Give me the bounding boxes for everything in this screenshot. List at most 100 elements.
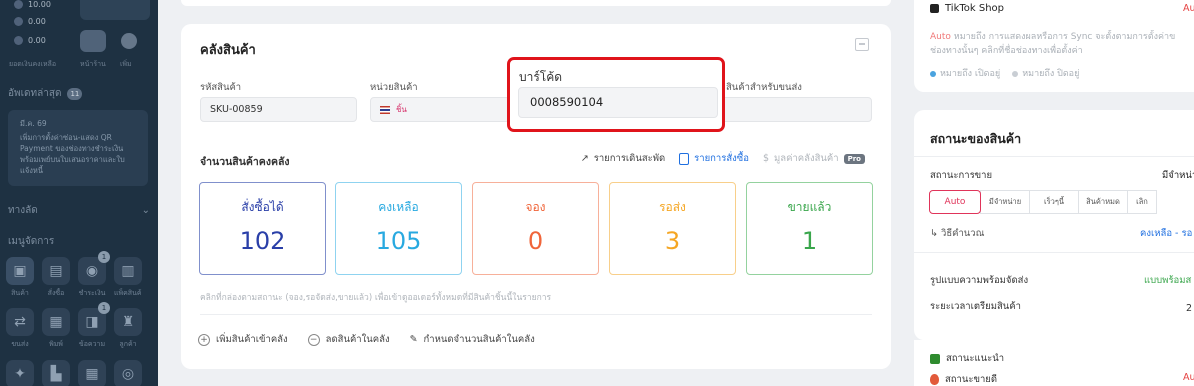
stock-value-link[interactable]: $ มูลค่าคลังสินค้า Pro — [763, 151, 865, 166]
coin-icon — [14, 36, 23, 45]
menu-label: ข้อความ — [78, 340, 106, 348]
divider — [200, 314, 872, 315]
ready-value[interactable]: แบบพร้อมส — [1144, 273, 1191, 288]
stat-sold[interactable]: ขายแล้ว 1 — [746, 182, 873, 275]
update-notice[interactable]: มี.ค. 69 เพิ่มการตั้งค่าซ่อน-แสดง QR Pay… — [8, 110, 148, 186]
product-status-card: สถานะของสินค้า สถานะการขาย มีจำหน่าย Aut… — [914, 110, 1194, 340]
product-status-title: สถานะของสินค้า — [930, 131, 1022, 146]
stat-label: สั่งซื้อได้ — [241, 200, 284, 214]
document-icon — [679, 152, 690, 165]
menu-icon[interactable]: ▙ — [42, 360, 70, 386]
menu-label: พิมพ์ — [49, 340, 63, 348]
orders-menu-icon[interactable]: ▤ — [42, 257, 70, 285]
stock-adjust-actions: + เพิ่มสินค้าเข้าคลัง − ลดสินค้าในคลัง ✎ กำ… — [198, 332, 535, 347]
shopping-bag-icon — [930, 4, 939, 13]
sidebar: 10.00 0.00 0.00 ยอดเงินคงเหลือ หน้าร้าน … — [0, 0, 158, 386]
menu-header: เมนูจัดการ — [8, 236, 55, 247]
tiktok-status[interactable]: Auto — [1183, 3, 1194, 14]
stat-label: คงเหลือ — [378, 200, 419, 214]
top-card-edge — [181, 0, 891, 6]
menu-icon[interactable]: ✦ — [6, 360, 34, 386]
ready-label: รูปแบบความพร้อมจัดส่ง — [930, 275, 1029, 286]
stat-value: 105 — [375, 227, 422, 255]
orders-link[interactable]: รายการสั่งซื้อ — [679, 151, 749, 166]
unit-label: หน่วยสินค้า — [370, 82, 418, 93]
sidebar-stat: 0.00 — [14, 36, 46, 45]
prep-time-value[interactable]: 2 — [1186, 303, 1192, 314]
chevron-down-icon: ⌄ — [141, 205, 150, 216]
stock-quantity-title: จำนวนสินค้าคงคลัง — [200, 156, 290, 168]
segment-discontinued[interactable]: เลิก — [1127, 190, 1157, 214]
stat-label: รอส่ง — [659, 200, 686, 214]
barcode-highlight: บาร์โค้ด 0008590104 — [507, 57, 725, 132]
coin-icon — [14, 0, 23, 9]
payment-count-badge: 1 — [98, 251, 110, 263]
sidebar-stat: 10.00 — [14, 0, 51, 9]
bestseller-status[interactable]: Au — [1183, 372, 1194, 383]
shipping-product-input[interactable] — [721, 97, 872, 122]
add-label: เพิ่ม — [120, 60, 132, 68]
movement-link[interactable]: ↗ รายการเดินสะพัด — [581, 151, 665, 166]
print-menu-icon[interactable]: ▦ — [42, 308, 70, 336]
shipping-product-label: สินค้าสำหรับขนส่ง — [726, 82, 802, 93]
segment-available[interactable]: มีจำหน่าย — [980, 190, 1030, 214]
unit-select[interactable]: ชิ้น — [370, 97, 510, 122]
product-flags: สถานะแนะนำ สถานะขายดี Au — [914, 340, 1194, 386]
storefront-label: หน้าร้าน — [80, 60, 106, 68]
menu-icon[interactable]: ◎ — [114, 360, 142, 386]
channel-description: Auto หมายถึง การแสดงผลหรือการ Sync จะตั้… — [930, 32, 1176, 56]
dot-icon — [930, 70, 936, 77]
pencil-icon: ✎ — [409, 334, 418, 345]
prep-time-label: ระยะเวลาเตรียมสินค้า — [930, 301, 1021, 312]
set-stock-button[interactable]: ✎ กำหนดจำนวนสินค้าในคลัง — [410, 332, 535, 347]
recent-updates-header[interactable]: อัพเดทล่าสุด 11 — [8, 86, 83, 101]
stock-actions: ↗ รายการเดินสะพัด รายการสั่งซื้อ $ มูลค่าค… — [581, 151, 865, 166]
customer-menu-icon[interactable]: ♜ — [114, 308, 142, 336]
trend-icon: ↗ — [580, 153, 589, 164]
barcode-input[interactable]: 0008590104 — [518, 87, 718, 118]
warehouse-title: คลังสินค้า — [200, 43, 256, 58]
stat-hint: คลิกที่กล่องตามสถานะ (จอง,รอจัดส่ง,ขายแล… — [200, 293, 552, 303]
divider — [914, 156, 1194, 157]
segment-auto[interactable]: Auto — [929, 190, 981, 214]
calc-method-label: ↳ วิธีคำนวณ — [930, 228, 985, 239]
sidebar-widget[interactable] — [80, 0, 150, 20]
products-menu-icon[interactable]: ▣ — [6, 257, 34, 285]
return-arrow-icon: ↳ — [930, 228, 941, 239]
stat-remaining[interactable]: คงเหลือ 105 — [335, 182, 462, 275]
recommend-flag[interactable]: สถานะแนะนำ — [930, 351, 1004, 366]
dollar-icon: $ — [762, 153, 770, 164]
message-count-badge: 1 — [98, 302, 110, 314]
add-icon[interactable] — [121, 33, 137, 49]
shipping-menu-icon[interactable]: ⇄ — [6, 308, 34, 336]
sku-label: รหัสสินค้า — [200, 82, 242, 93]
remove-stock-button[interactable]: − ลดสินค้าในคลัง — [307, 332, 390, 347]
sku-input[interactable]: SKU-00859 — [200, 97, 357, 122]
plus-circle-icon: + — [198, 333, 210, 346]
menu-label: ลูกค้า — [119, 340, 137, 348]
menu-icon[interactable]: ▦ — [78, 360, 106, 386]
legend-on: หมายถึง เปิดอยู่ — [930, 66, 1000, 80]
tiktok-channel[interactable]: TikTok Shop — [930, 3, 1004, 14]
stat-value: 0 — [527, 227, 544, 255]
message-menu-icon[interactable]: ◨ 1 — [78, 302, 110, 336]
segment-coming-soon[interactable]: เร็วๆนี้ — [1029, 190, 1079, 214]
packing-menu-icon[interactable]: ▥ — [114, 257, 142, 285]
shortcuts-header[interactable]: ทางลัด ⌄ — [8, 203, 150, 218]
stat-available[interactable]: สั่งซื้อได้ 102 — [199, 182, 326, 275]
stat-reserved[interactable]: จอง 0 — [472, 182, 599, 275]
menu-label: สินค้า — [11, 289, 29, 297]
segment-out-of-stock[interactable]: สินค้าหมด — [1078, 190, 1128, 214]
storefront-icon[interactable] — [80, 30, 106, 52]
bestseller-flag[interactable]: สถานะขายดี — [930, 372, 997, 386]
stat-label: ขายแล้ว — [787, 200, 832, 214]
add-stock-button[interactable]: + เพิ่มสินค้าเข้าคลัง — [198, 332, 288, 347]
barcode-label: บาร์โค้ด — [519, 70, 563, 84]
archive-icon[interactable] — [855, 38, 869, 51]
payment-menu-icon[interactable]: ◉ 1 — [78, 251, 110, 285]
coin-icon — [14, 17, 23, 26]
stat-pending-shipment[interactable]: รอส่ง 3 — [609, 182, 736, 275]
legend-off: หมายถึง ปิดอยู่ — [1012, 66, 1079, 80]
menu-label: แพ็คสินค้า — [114, 289, 142, 297]
calc-method-value[interactable]: คงเหลือ - รอ — [1140, 226, 1192, 241]
